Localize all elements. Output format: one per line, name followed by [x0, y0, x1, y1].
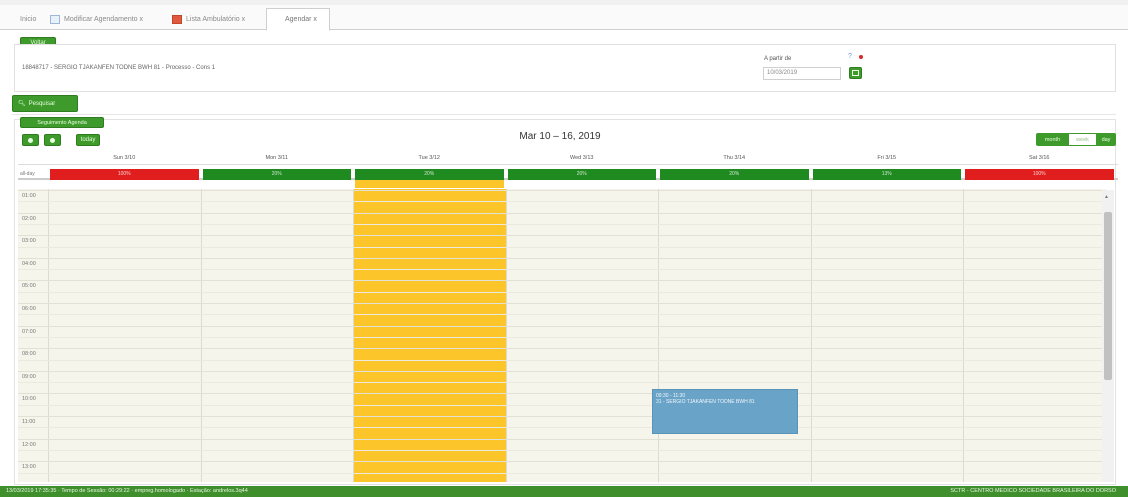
search-icon: 🔍︎	[18, 101, 26, 107]
status-right: SCTR - CENTRO MEDICO SOCIEDADE BRASILEIR…	[950, 488, 1116, 494]
hour-label: 12:00	[22, 441, 36, 448]
status-bar: 13/03/2019 17:35:35 · Tempo de Sessão: 0…	[0, 486, 1128, 497]
hour-label: 06:00	[22, 306, 36, 312]
seguimento-agenda-button[interactable]: Seguimento Agenda	[20, 117, 104, 128]
hour-label: 07:00	[22, 328, 36, 335]
help-icon[interactable]: ?	[848, 53, 852, 60]
half-hour-line	[18, 449, 1106, 451]
tab-inicio[interactable]: Inicio	[14, 8, 42, 30]
status-left: 13/03/2019 17:35:35 · Tempo de Sessão: 0…	[6, 488, 248, 494]
occupancy-bar[interactable]: 20%	[355, 169, 504, 180]
search-bar	[12, 93, 1116, 115]
top-stripe	[0, 0, 1128, 5]
day-header[interactable]: Fri 3/15	[811, 152, 964, 164]
tab-label: Lista Ambulatório x	[186, 15, 246, 23]
half-hour-line	[18, 201, 1106, 203]
scroll-up-icon[interactable]: ▲	[1104, 194, 1109, 200]
hour-line	[18, 325, 1106, 327]
hour-line	[18, 461, 1106, 463]
hour-line	[18, 348, 1106, 350]
list-icon	[172, 14, 182, 24]
hour-label: 02:00	[22, 215, 36, 222]
hour-line	[18, 370, 1106, 372]
tab-label: Inicio	[20, 15, 37, 23]
hour-line	[18, 416, 1106, 417]
half-hour-line	[18, 404, 1106, 406]
tab-agendar[interactable]: Agendar x	[266, 8, 330, 31]
day-header[interactable]: Thu 3/14	[658, 152, 811, 164]
view-day-button[interactable]: day	[1096, 133, 1116, 146]
tab-bar: Inicio Modificar Agendamento x Lista Amb…	[0, 0, 1128, 31]
scrollbar-thumb[interactable]	[1104, 212, 1112, 380]
hour-label: 10:00	[22, 396, 36, 403]
tab-label: Modificar Agendamento x	[64, 15, 143, 23]
occupancy-bar[interactable]: 20%	[507, 169, 656, 180]
prev-week-button[interactable]	[22, 134, 39, 146]
view-month-button[interactable]: month	[1036, 133, 1069, 146]
next-week-button[interactable]	[44, 134, 61, 146]
hour-line	[18, 303, 1106, 304]
hour-line	[18, 190, 1106, 191]
start-date-label: A partir de	[764, 56, 792, 62]
hour-line	[18, 212, 1106, 214]
half-hour-line	[18, 382, 1106, 384]
hour-line	[18, 257, 1106, 259]
hour-label: 11:00	[22, 419, 36, 425]
day-header[interactable]: Sun 3/10	[48, 152, 201, 164]
today-button[interactable]: today	[76, 134, 100, 146]
hour-line	[18, 393, 1106, 395]
half-hour-line	[18, 472, 1106, 474]
chevron-left-icon	[28, 137, 33, 143]
calendar-title: Mar 10 – 16, 2019	[519, 131, 601, 142]
patient-info: 18848717 - SERGIO TJAKANFEN TODNE BWH 81…	[22, 65, 216, 71]
half-hour-line	[18, 291, 1106, 293]
day-header[interactable]: Wed 3/13	[506, 152, 659, 164]
day-header[interactable]: Tue 3/12	[353, 152, 506, 164]
today-allday-cell	[355, 180, 504, 188]
pesquisar-button[interactable]: 🔍︎ Pesquisar	[12, 95, 78, 112]
half-hour-line	[18, 359, 1106, 361]
start-date-input[interactable]: 10/03/2019	[763, 67, 841, 80]
half-hour-line	[18, 336, 1106, 338]
view-week-button[interactable]: week	[1069, 133, 1096, 146]
occupancy-bar[interactable]: 100%	[965, 169, 1114, 180]
hour-line	[18, 438, 1106, 440]
view-switcher: month week day	[1036, 133, 1116, 146]
half-hour-line	[18, 223, 1106, 225]
hour-label: 08:00	[22, 351, 36, 358]
hour-label: 03:00	[22, 238, 36, 245]
half-hour-line	[18, 246, 1106, 248]
appointment-event[interactable]: 09:30 - 11:30 31 - SERGIO TJAKANFEN TODN…	[652, 389, 798, 434]
half-hour-line	[18, 427, 1106, 429]
occupancy-bar[interactable]: 20%	[202, 169, 351, 180]
chevron-right-icon	[50, 137, 55, 143]
half-hour-line	[18, 314, 1106, 316]
half-hour-line	[18, 269, 1106, 271]
hour-label: 05:00	[22, 283, 36, 290]
date-picker-button[interactable]	[849, 67, 862, 79]
day-header[interactable]: Sat 3/16	[963, 152, 1116, 164]
hour-label: 13:00	[22, 464, 36, 471]
hour-line	[18, 280, 1106, 282]
event-title: 31 - SERGIO TJAKANFEN TODNE BWH 81	[656, 399, 755, 405]
hour-line	[18, 235, 1106, 237]
tab-modificar-agendamento[interactable]: Modificar Agendamento x	[44, 8, 149, 30]
tab-label: Agendar x	[285, 16, 317, 23]
occupancy-bar[interactable]: 20%	[660, 169, 809, 180]
hour-label: 09:00	[22, 373, 36, 380]
calendar-icon	[852, 70, 859, 76]
week-grid: all-day Sun 3/10 Mon 3/11 Tue 3/12 Wed 3/13…	[18, 152, 1118, 482]
occupancy-bar[interactable]: 100%	[50, 169, 199, 180]
day-header[interactable]: Mon 3/11	[201, 152, 354, 164]
tab-lista-ambulatorio[interactable]: Lista Ambulatório x	[166, 8, 251, 30]
calendar-icon	[50, 14, 60, 24]
time-grid[interactable]: 01:00 02:00 03:00 04:00 05:00 06:00 07:00 08:00…	[18, 189, 1106, 482]
allday-label: all-day	[20, 171, 35, 177]
required-indicator	[859, 55, 863, 59]
hour-label: 01:00	[22, 193, 36, 199]
hour-label: 04:00	[22, 260, 36, 267]
occupancy-bar[interactable]: 13%	[812, 169, 961, 180]
